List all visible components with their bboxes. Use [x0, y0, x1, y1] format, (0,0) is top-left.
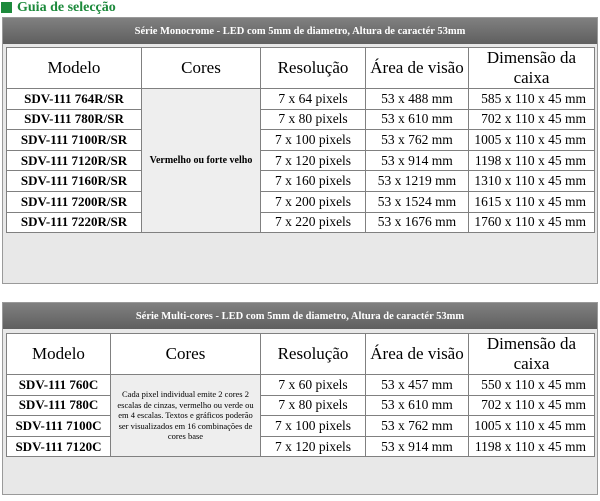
dimensao-cell: 1760 x 110 x 45 mm — [468, 211, 595, 234]
dimensao-cell: 1198 x 110 x 45 mm — [468, 149, 595, 172]
dimensao-cell: 702 x 110 x 45 mm — [468, 108, 595, 131]
green-square-icon — [1, 2, 12, 13]
monocrome-table-header: Série Monocrome - LED com 5mm de diametr… — [3, 18, 597, 44]
dimensao-cell: 1615 x 110 x 45 mm — [468, 190, 595, 213]
monocrome-table: Modelo Cores Resolução Área de visão Dim… — [6, 47, 595, 234]
table-row: SDV-111 780R/SR 7 x 80 pixels 53 x 610 m… — [6, 108, 595, 131]
column-header-dimensao: Dimensão da caixa — [468, 47, 595, 89]
resolucao-cell: 7 x 160 pixels — [260, 170, 366, 192]
column-header-cores: Cores — [110, 333, 261, 375]
multicores-table-header: Série Multi-cores - LED com 5mm de diame… — [3, 303, 597, 329]
cores-cell: Cada pixel individual emite 2 cores 2 es… — [110, 373, 261, 458]
area-cell: 53 x 610 mm — [365, 394, 469, 417]
resolucao-cell: 7 x 60 pixels — [260, 374, 366, 396]
modelo-cell: SDV-111 7100R/SR — [6, 129, 142, 151]
dimensao-cell: 702 x 110 x 45 mm — [468, 394, 595, 417]
area-cell: 53 x 1524 mm — [365, 190, 469, 213]
dimensao-cell: 550 x 110 x 45 mm — [468, 374, 595, 396]
column-header-dimensao: Dimensão da caixa — [468, 333, 595, 375]
table-row: SDV-111 7120C 7 x 120 pixels 53 x 914 mm… — [6, 435, 595, 458]
multicores-table: Modelo Cores Resolução Área de visão Dim… — [6, 333, 595, 458]
column-header-modelo: Modelo — [6, 333, 111, 375]
modelo-cell: SDV-111 7120R/SR — [6, 149, 142, 172]
resolucao-cell: 7 x 80 pixels — [260, 108, 366, 131]
multicores-panel: Série Multi-cores - LED com 5mm de diame… — [2, 302, 598, 495]
resolucao-cell: 7 x 100 pixels — [260, 129, 366, 151]
resolucao-cell: 7 x 100 pixels — [260, 415, 366, 437]
area-cell: 53 x 1219 mm — [365, 170, 469, 192]
column-header-resolucao: Resolução — [260, 333, 366, 375]
modelo-cell: SDV-111 7160R/SR — [6, 170, 142, 192]
modelo-cell: SDV-111 760C — [6, 374, 111, 396]
table-header-row: Modelo Cores Resolução Área de visão Dim… — [6, 333, 595, 375]
column-header-area: Área de visão — [365, 47, 469, 89]
resolucao-cell: 7 x 64 pixels — [260, 88, 366, 110]
table-row: SDV-111 764R/SR Vermelho ou forte velho … — [6, 87, 595, 234]
table-row: SDV-111 7100C 7 x 100 pixels 53 x 762 mm… — [6, 415, 595, 437]
table-header-row: Modelo Cores Resolução Área de visão Dim… — [6, 47, 595, 89]
area-cell: 53 x 762 mm — [365, 129, 469, 151]
cores-cell: Vermelho ou forte velho — [141, 87, 261, 234]
table-row: SDV-111 7120R/SR 7 x 120 pixels 53 x 914… — [6, 149, 595, 172]
table-row: SDV-111 760C Cada pixel individual emite… — [6, 373, 595, 458]
table-row: SDV-111 7220R/SR 7 x 220 pixels 53 x 167… — [6, 211, 595, 234]
column-header-resolucao: Resolução — [260, 47, 366, 89]
page-title: Guia de selecção — [17, 0, 116, 15]
table-row: SDV-111 7160R/SR 7 x 160 pixels 53 x 121… — [6, 170, 595, 192]
table-row: SDV-111 7100R/SR 7 x 100 pixels 53 x 762… — [6, 129, 595, 151]
resolucao-cell: 7 x 80 pixels — [260, 394, 366, 417]
area-cell: 53 x 1676 mm — [365, 211, 469, 234]
modelo-cell: SDV-111 7200R/SR — [6, 190, 142, 213]
dimensao-cell: 1005 x 110 x 45 mm — [468, 129, 595, 151]
table-row: SDV-111 780C 7 x 80 pixels 53 x 610 mm 7… — [6, 394, 595, 417]
dimensao-cell: 1005 x 110 x 45 mm — [468, 415, 595, 437]
table-row: SDV-111 7200R/SR 7 x 200 pixels 53 x 152… — [6, 190, 595, 213]
modelo-cell: SDV-111 764R/SR — [6, 88, 142, 110]
monocrome-panel: Série Monocrome - LED com 5mm de diametr… — [2, 17, 598, 284]
modelo-cell: SDV-111 780C — [6, 394, 111, 417]
area-cell: 53 x 914 mm — [365, 435, 469, 458]
column-header-cores: Cores — [141, 47, 261, 89]
area-cell: 53 x 488 mm — [365, 88, 469, 110]
dimensao-cell: 585 x 110 x 45 mm — [468, 88, 595, 110]
resolucao-cell: 7 x 120 pixels — [260, 435, 366, 458]
column-header-modelo: Modelo — [6, 47, 142, 89]
modelo-cell: SDV-111 780R/SR — [6, 108, 142, 131]
area-cell: 53 x 762 mm — [365, 415, 469, 437]
modelo-cell: SDV-111 7100C — [6, 415, 111, 437]
modelo-cell: SDV-111 7120C — [6, 435, 111, 458]
dimensao-cell: 1310 x 110 x 45 mm — [468, 170, 595, 192]
column-header-area: Área de visão — [365, 333, 469, 375]
area-cell: 53 x 457 mm — [365, 374, 469, 396]
resolucao-cell: 7 x 120 pixels — [260, 149, 366, 172]
area-cell: 53 x 610 mm — [365, 108, 469, 131]
modelo-cell: SDV-111 7220R/SR — [6, 211, 142, 234]
resolucao-cell: 7 x 220 pixels — [260, 211, 366, 234]
area-cell: 53 x 914 mm — [365, 149, 469, 172]
resolucao-cell: 7 x 200 pixels — [260, 190, 366, 213]
section-title: Guia de selecção — [1, 0, 116, 15]
dimensao-cell: 1198 x 110 x 45 mm — [468, 435, 595, 458]
